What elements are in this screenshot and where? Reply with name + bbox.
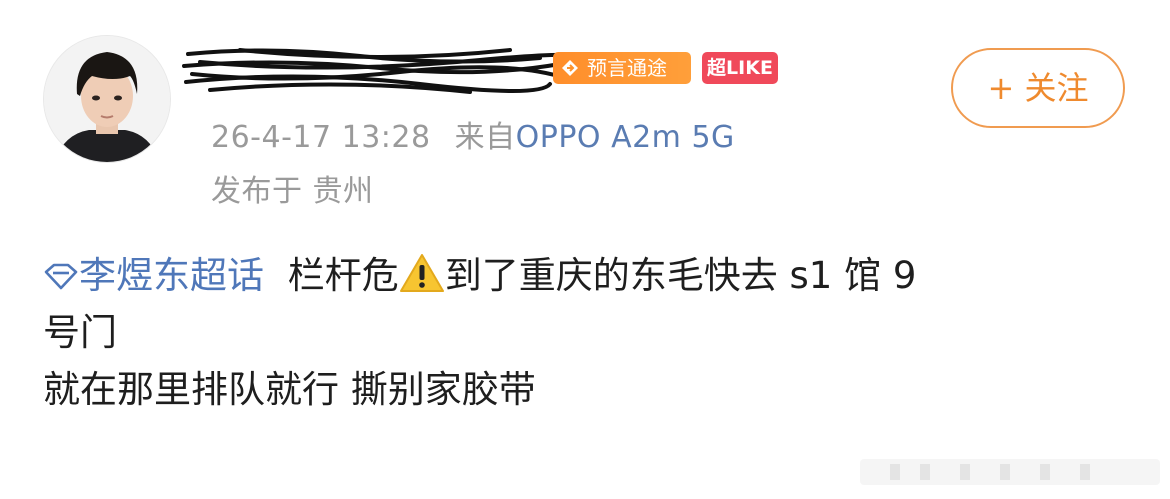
username-redacted[interactable] — [180, 44, 589, 100]
content-line-1: 李煜东超话 栏杆危 到了重庆的东毛快去 s1 馆 9 — [43, 248, 1133, 305]
content-text-1a: 栏杆危 — [287, 254, 399, 297]
source-prefix: 来自 — [454, 120, 516, 155]
topic-label: 李煜东超话 — [79, 254, 264, 297]
arrow-right-icon — [562, 60, 578, 76]
super-like-badge[interactable]: 超LIKE — [702, 52, 778, 84]
post-meta: 26-4-17 13:28 来自OPPO A2m 5G — [211, 112, 735, 156]
topic-link[interactable]: 李煜东超话 — [43, 254, 264, 297]
super-topic-diamond-icon — [44, 263, 78, 290]
prophet-badge-label: 预言通途 — [587, 56, 667, 80]
content-text-1b: 到了重庆的东毛快去 s1 馆 9 — [444, 254, 917, 297]
content-line-2: 号门 — [43, 311, 117, 354]
user-avatar[interactable] — [43, 35, 171, 163]
device-link[interactable]: OPPO A2m 5G — [516, 120, 735, 155]
warning-icon — [399, 254, 444, 292]
avatar-portrait-icon — [44, 36, 170, 162]
post-content: 李煜东超话 栏杆危 到了重庆的东毛快去 s1 馆 9 号门 就在那里排队就行 撕别… — [43, 248, 1133, 419]
post-time: 26-4-17 13:28 — [211, 120, 431, 155]
follow-button[interactable]: + 关注 — [951, 48, 1125, 128]
prophet-badge[interactable]: 预言通途 — [553, 52, 691, 84]
watermark-decoration — [860, 459, 1160, 485]
post-location: 发布于 贵州 — [211, 174, 374, 209]
content-line-3: 就在那里排队就行 撕别家胶带 — [43, 368, 536, 411]
scribble-redaction — [182, 48, 589, 94]
